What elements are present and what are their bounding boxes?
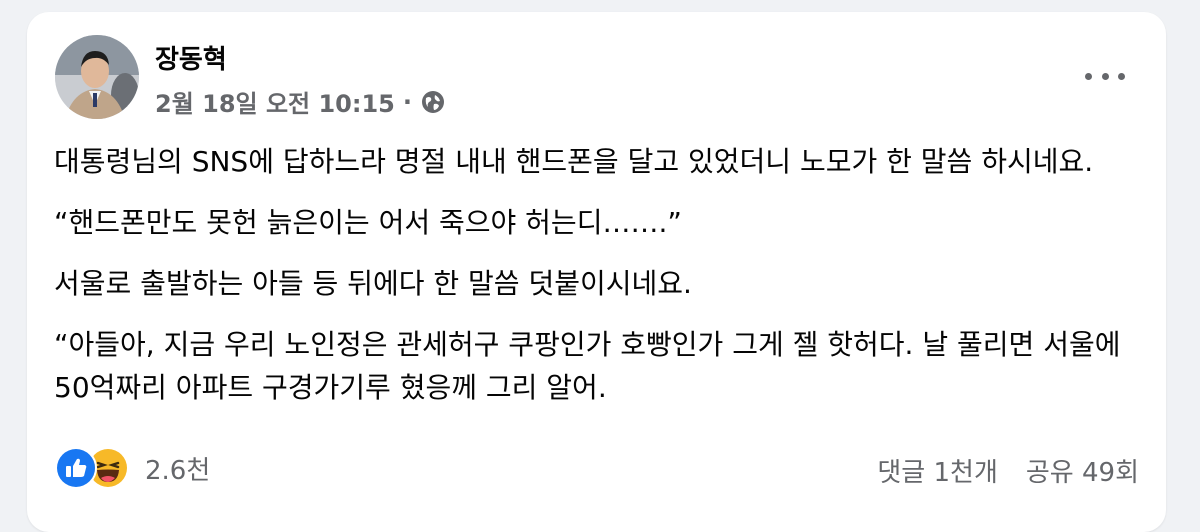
share-count[interactable]: 공유 49회 — [1026, 452, 1139, 489]
post-text: 대통령님의 SNS에 답하느라 명절 내내 핸드폰을 달고 있었더니 노모가 한… — [54, 140, 1144, 427]
meta-separator: · — [402, 87, 413, 116]
engagement-stats: 댓글 1천개 공유 49회 — [877, 452, 1139, 489]
post-timestamp[interactable]: 2월 18일 오전 10:15 — [155, 84, 395, 119]
more-options-button[interactable] — [1085, 64, 1125, 88]
author-avatar[interactable] — [55, 35, 139, 119]
comment-count[interactable]: 댓글 1천개 — [877, 452, 998, 489]
reaction-summary[interactable]: 2.6천 — [55, 447, 210, 489]
post-meta: 2월 18일 오전 10:15 · — [155, 84, 446, 119]
post-paragraph: “아들아, 지금 우리 노인정은 관세허구 쿠팡인가 호빵인가 그게 젤 핫허다… — [54, 328, 1121, 404]
post-paragraph: “핸드폰만도 못헌 늙은이는 어서 죽으야 허는디…….” — [54, 206, 682, 239]
more-options-icon — [1085, 72, 1092, 80]
post-paragraph: 서울로 출발하는 아들 등 뒤에다 한 말씀 덧붙이시네요. — [54, 267, 692, 300]
post-paragraph: 대통령님의 SNS에 답하느라 명절 내내 핸드폰을 달고 있었더니 노모가 한… — [54, 145, 1094, 178]
like-icon — [55, 447, 97, 489]
reaction-icons — [55, 447, 127, 489]
reaction-count[interactable]: 2.6천 — [145, 450, 210, 487]
post-card: 장동혁 2월 18일 오전 10:15 · 대통령님의 SNS에 답하느라 명절… — [27, 12, 1166, 532]
more-dot — [1101, 72, 1109, 80]
author-name[interactable]: 장동혁 — [155, 39, 227, 76]
globe-icon[interactable] — [420, 89, 446, 115]
avatar-photo — [55, 35, 139, 119]
more-dot — [1118, 72, 1125, 80]
